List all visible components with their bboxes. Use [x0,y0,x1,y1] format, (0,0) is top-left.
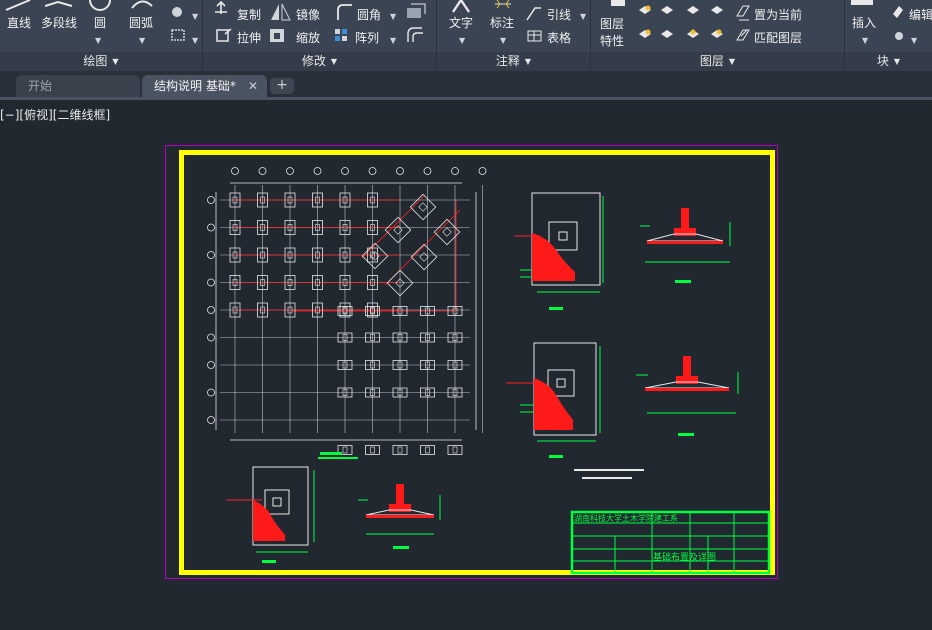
foundation-plan-grid [215,182,483,441]
rotated-footing [409,193,437,221]
rotated-footing [384,216,412,244]
rotated-footing [361,242,389,270]
axis-bubble [207,223,215,232]
footing-detail-2 [506,342,601,458]
rotated-footing [410,243,438,271]
axis-bubble [341,167,349,175]
footing-detail-1 [514,192,604,310]
scale-notes [574,469,644,479]
title-block-drawing-name: 基础布置及详图 [653,553,717,563]
axis-bubble [368,167,377,175]
title-block-school: 湖南科技大学土木学院建工系 [574,514,678,523]
axis-bubble [396,167,404,175]
plan-caption-bar [320,452,342,455]
axis-bubble [423,167,432,175]
axis-bubble [207,306,215,314]
axis-bubble [313,167,322,175]
footing [365,445,380,455]
axis-bubble [478,167,487,175]
footing [392,445,408,455]
footing [447,445,463,455]
axis-bubble [286,167,294,175]
axis-bubble [207,278,215,287]
axis-bubble [207,196,215,204]
axis-bubble [231,167,239,175]
axis-bubbles [207,167,487,424]
axis-bubble [258,167,267,175]
axis-bubble [207,361,215,369]
axis-bubble [207,251,215,259]
footing-section-2 [636,356,739,436]
plan-caption-underline [318,457,358,459]
footing-section-3 [358,484,441,549]
cad-drawing [207,167,771,575]
footing-section-1 [640,208,731,283]
axis-bubble [451,167,459,175]
footing-detail-3 [226,466,315,563]
axis-bubble [207,388,215,397]
axis-bubble [207,333,215,342]
footing [420,445,435,455]
axis-bubble [207,416,215,424]
